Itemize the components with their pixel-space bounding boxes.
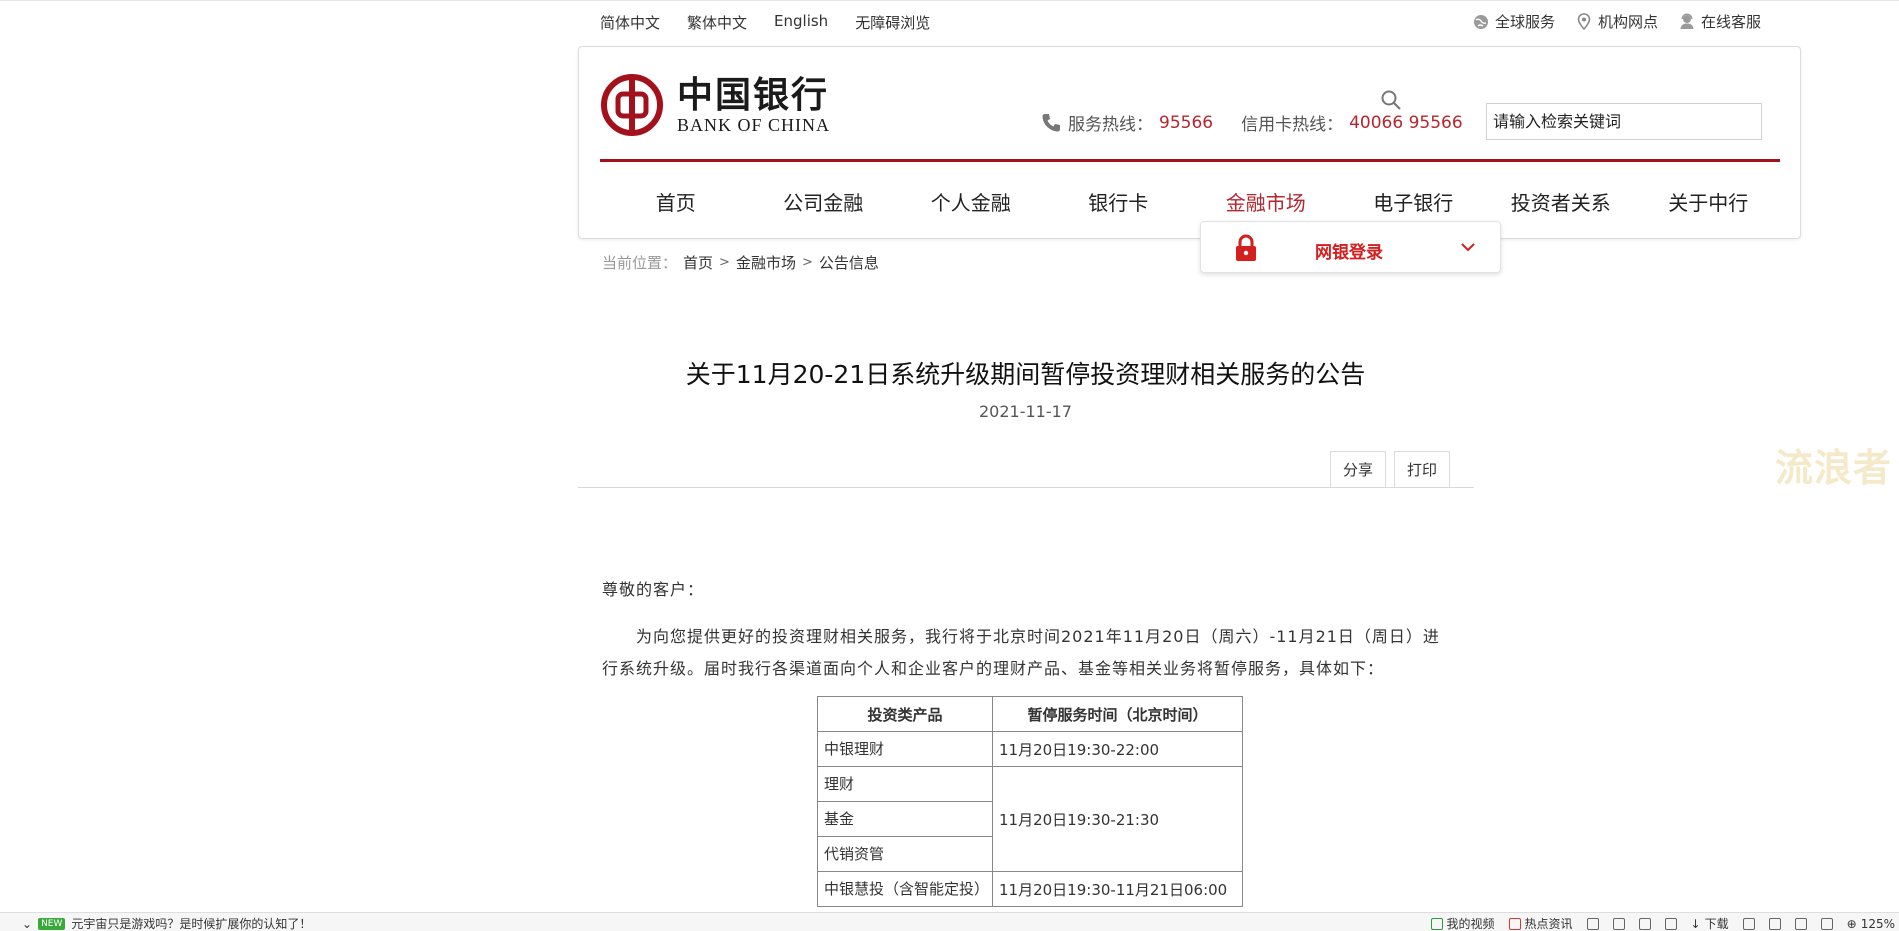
breadcrumb-announcements[interactable]: 公告信息 <box>819 252 879 273</box>
chevron-right-icon: > <box>719 255 730 270</box>
video-icon <box>1430 917 1443 930</box>
chevron-down-icon[interactable]: ⌄ <box>22 917 32 931</box>
credit-hotline-number: 40066 95566 <box>1349 112 1463 133</box>
nav-bank-card[interactable]: 银行卡 <box>1045 187 1193 216</box>
netbank-login-button[interactable]: 网银登录 <box>1200 221 1501 273</box>
table-header-product: 投资类产品 <box>817 696 993 732</box>
service-hotline-label: 服务热线： <box>1068 115 1153 135</box>
image-icon[interactable] <box>1612 917 1625 930</box>
lang-simplified-chinese[interactable]: 简体中文 <box>600 12 660 33</box>
lang-traditional-chinese[interactable]: 繁体中文 <box>687 12 747 33</box>
browser-status-bar: ⌄ NEW 元宇宙只是游戏吗？是时候扩展你的认知了！ 我的视频 热点资讯 ↓ 下载… <box>0 912 1899 931</box>
article-date: 2021-11-17 <box>979 402 1072 421</box>
nav-corporate-finance[interactable]: 公司金融 <box>750 187 898 216</box>
shield-icon[interactable] <box>1586 917 1599 930</box>
service-suspension-table: 投资类产品 暂停服务时间（北京时间） 中银理财 11月20日19:30-22:0… <box>817 696 1243 907</box>
game-icon[interactable] <box>1638 917 1651 930</box>
rocket-icon[interactable] <box>1664 917 1677 930</box>
hot-news-button[interactable]: 热点资讯 <box>1508 915 1573 931</box>
accessibility-link[interactable]: 无障碍浏览 <box>855 12 930 33</box>
refresh-icon[interactable] <box>1768 917 1781 930</box>
language-bar: 简体中文 繁体中文 English 无障碍浏览 <box>600 12 930 33</box>
global-service-label: 全球服务 <box>1495 13 1556 31</box>
service-hotline-number: 95566 <box>1159 112 1214 133</box>
breadcrumb-home[interactable]: 首页 <box>683 252 713 273</box>
zoom-label: 125% <box>1860 916 1895 931</box>
table-row: 中银理财 11月20日19:30-22:00 <box>817 731 1243 767</box>
table-cell-time: 11月20日19:30-22:00 <box>992 731 1243 767</box>
nav-financial-markets[interactable]: 金融市场 <box>1192 187 1340 216</box>
nav-investor-relations[interactable]: 投资者关系 <box>1487 187 1635 216</box>
table-cell-product: 代销资管 <box>817 836 993 872</box>
share-button[interactable]: 分享 <box>1330 451 1386 487</box>
hotlines: 服务热线： 95566 信用卡热线： 40066 95566 <box>1040 110 1463 135</box>
chevron-down-icon <box>1461 243 1475 252</box>
credit-hotline-label: 信用卡热线： <box>1241 115 1344 135</box>
lock-icon <box>1236 234 1256 261</box>
new-badge: NEW <box>38 917 66 930</box>
nav-personal-finance[interactable]: 个人金融 <box>897 187 1045 216</box>
breadcrumb: 当前位置： 首页 > 金融市场 > 公告信息 <box>602 252 879 273</box>
chevron-right-icon: > <box>801 255 813 270</box>
main-nav: 首页 公司金融 个人金融 银行卡 金融市场 电子银行 投资者关系 关于中行 <box>602 187 1782 216</box>
online-service-label: 在线客服 <box>1701 13 1762 31</box>
branch-locator-label: 机构网点 <box>1598 13 1659 31</box>
bank-logo[interactable]: 中国银行 BANK OF CHINA <box>601 74 830 136</box>
online-service-link[interactable]: 在线客服 <box>1678 11 1761 32</box>
breadcrumb-financial-markets[interactable]: 金融市场 <box>736 252 796 273</box>
nav-home[interactable]: 首页 <box>602 187 750 216</box>
headset-icon[interactable] <box>1742 917 1755 930</box>
article-salutation: 尊敬的客户： <box>602 580 705 599</box>
breadcrumb-prefix: 当前位置： <box>602 254 678 272</box>
my-video-label: 我的视频 <box>1446 917 1495 931</box>
article-title: 关于11月20-21日系统升级期间暂停投资理财相关服务的公告 <box>685 360 1366 389</box>
header-divider <box>600 159 1780 162</box>
print-button[interactable]: 打印 <box>1394 451 1450 487</box>
watermark: 流浪者 <box>1775 446 1893 490</box>
table-cell-product: 理财 <box>817 766 993 802</box>
phone-icon <box>1042 113 1060 131</box>
search-icon[interactable] <box>1380 89 1402 111</box>
table-cell-product: 中银理财 <box>817 731 993 767</box>
article-divider <box>578 487 1474 488</box>
logo-english-name: BANK OF CHINA <box>677 115 831 135</box>
table-header-row: 投资类产品 暂停服务时间（北京时间） <box>817 696 1243 732</box>
search-input[interactable] <box>1486 103 1762 140</box>
status-news-text[interactable]: 元宇宙只是游戏吗？是时候扩展你的认知了！ <box>71 915 311 931</box>
article-paragraph: 为向您提供更好的投资理财相关服务，我行将于北京时间2021年11月20日（周六）… <box>602 627 1440 678</box>
nav-about-boc[interactable]: 关于中行 <box>1635 187 1783 216</box>
volume-icon[interactable] <box>1820 917 1833 930</box>
download-label: 下载 <box>1704 917 1729 931</box>
global-service-link[interactable]: 全球服务 <box>1472 11 1555 32</box>
my-video-button[interactable]: 我的视频 <box>1430 915 1495 931</box>
table-row: 理财 11月20日19:30-21:30 <box>817 766 1243 872</box>
customer-service-icon <box>1678 13 1695 30</box>
table-cell-product: 中银慧投（含智能定投） <box>817 871 993 907</box>
table-cell-time: 11月20日19:30-21:30 <box>992 766 1243 872</box>
site-header: 中国银行 BANK OF CHINA 服务热线： 95566 信用卡热线： 40… <box>578 46 1801 239</box>
news-icon <box>1508 917 1521 930</box>
location-pin-icon <box>1575 13 1592 30</box>
hot-news-label: 热点资讯 <box>1524 917 1573 931</box>
status-tools: 我的视频 热点资讯 ↓ 下载 ⊕ 125% <box>1430 915 1895 931</box>
table-row: 中银慧投（含智能定投） 11月20日19:30-11月21日06:00 <box>817 871 1243 907</box>
branch-locator-link[interactable]: 机构网点 <box>1575 11 1658 32</box>
zoom-button[interactable]: ⊕ 125% <box>1847 917 1895 931</box>
netbank-login-label: 网银登录 <box>1315 243 1383 263</box>
bank-of-china-logo-icon <box>601 74 663 136</box>
utility-bar: 全球服务 机构网点 在线客服 <box>1472 11 1761 32</box>
table-cell-time: 11月20日19:30-11月21日06:00 <box>992 871 1243 907</box>
nav-e-banking[interactable]: 电子银行 <box>1340 187 1488 216</box>
window-icon[interactable] <box>1794 917 1807 930</box>
lang-english[interactable]: English <box>774 12 828 33</box>
table-header-time: 暂停服务时间（北京时间） <box>992 696 1243 732</box>
download-button[interactable]: ↓ 下载 <box>1691 915 1729 931</box>
top-border <box>0 0 1899 1</box>
globe-icon <box>1472 13 1489 30</box>
table-cell-product: 基金 <box>817 801 993 837</box>
logo-chinese-name: 中国银行 <box>677 74 830 116</box>
status-news[interactable]: ⌄ NEW 元宇宙只是游戏吗？是时候扩展你的认知了！ <box>22 915 311 931</box>
